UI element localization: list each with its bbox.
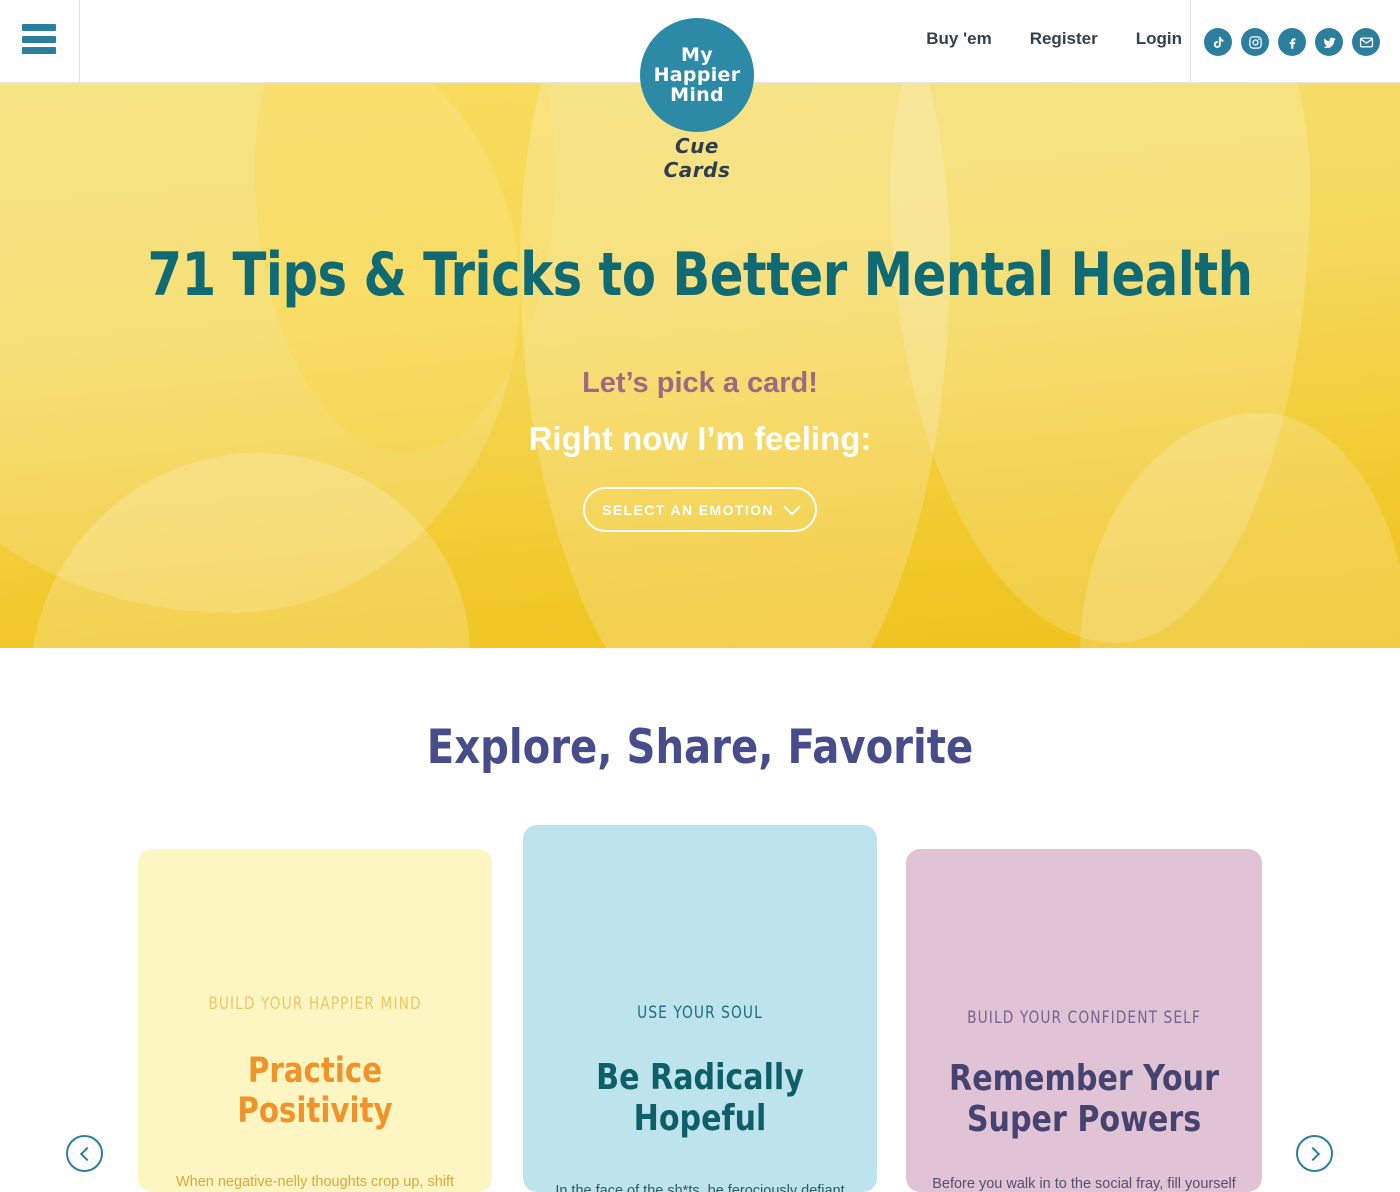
card-body: When negative-nelly thoughts crop up, sh…	[175, 1174, 455, 1191]
card-title: Be Radically Hopeful	[596, 1057, 804, 1139]
cue-card-pink[interactable]: BUILD YOUR CONFIDENT SELF Remember Your …	[906, 849, 1262, 1192]
carousel-next-button[interactable]	[1296, 1135, 1333, 1172]
hero-title: 71 Tips & Tricks to Better Mental Health	[147, 240, 1253, 310]
hamburger-menu-icon[interactable]	[22, 24, 56, 54]
explore-section: Explore, Share, Favorite BUILD YOUR HAPP…	[0, 648, 1400, 1192]
card-category: USE YOUR SOUL	[637, 1003, 763, 1023]
main-nav: Buy 'em Register Login	[926, 29, 1182, 49]
hero-prompt: Right now I’m feeling:	[528, 420, 872, 457]
logo-line-1: My	[681, 43, 713, 66]
select-emotion-dropdown[interactable]: SELECT AN EMOTION	[583, 487, 817, 532]
logo-line-3: Mind	[670, 84, 724, 107]
carousel-prev-button[interactable]	[66, 1135, 103, 1172]
card-body: Before you walk in to the social fray, f…	[932, 1176, 1236, 1192]
nav-item-login[interactable]: Login	[1136, 29, 1182, 49]
cue-card-yellow[interactable]: BUILD YOUR HAPPIER MIND Practice Positiv…	[138, 849, 492, 1192]
hamburger-bar	[22, 35, 56, 43]
explore-title: Explore, Share, Favorite	[426, 720, 974, 775]
chevron-down-icon	[783, 498, 801, 516]
card-category: BUILD YOUR HAPPIER MIND	[208, 994, 422, 1014]
site-logo[interactable]: My Happier Mind Cue Cards	[640, 18, 758, 182]
email-icon[interactable]	[1352, 28, 1380, 56]
hero-subtitle: Let’s pick a card!	[582, 367, 818, 399]
card-body: In the face of the sh*ts, be ferociously…	[555, 1183, 845, 1192]
logo-subtitle: Cue Cards	[663, 134, 731, 182]
card-category: BUILD YOUR CONFIDENT SELF	[967, 1008, 1201, 1028]
nav-item-buy[interactable]: Buy 'em	[926, 29, 991, 49]
header-divider	[79, 0, 80, 83]
facebook-icon[interactable]	[1278, 28, 1306, 56]
chevron-left-icon	[79, 1146, 94, 1161]
select-emotion-label: SELECT AN EMOTION	[602, 501, 774, 518]
instagram-icon[interactable]	[1241, 28, 1269, 56]
logo-circle: My Happier Mind	[640, 18, 754, 132]
hamburger-bar	[22, 24, 56, 31]
twitter-icon[interactable]	[1315, 28, 1343, 56]
tiktok-icon[interactable]	[1204, 28, 1232, 56]
logo-line-2: Happier	[653, 63, 741, 86]
social-links	[1204, 28, 1380, 56]
header-divider	[1190, 0, 1191, 83]
cue-card-blue[interactable]: USE YOUR SOUL Be Radically Hopeful In th…	[523, 825, 877, 1192]
chevron-right-icon	[1305, 1146, 1320, 1161]
nav-item-register[interactable]: Register	[1030, 29, 1098, 49]
card-title: Practice Positivity	[237, 1051, 393, 1131]
card-title: Remember Your Super Powers	[949, 1058, 1219, 1140]
hamburger-bar	[22, 47, 56, 54]
